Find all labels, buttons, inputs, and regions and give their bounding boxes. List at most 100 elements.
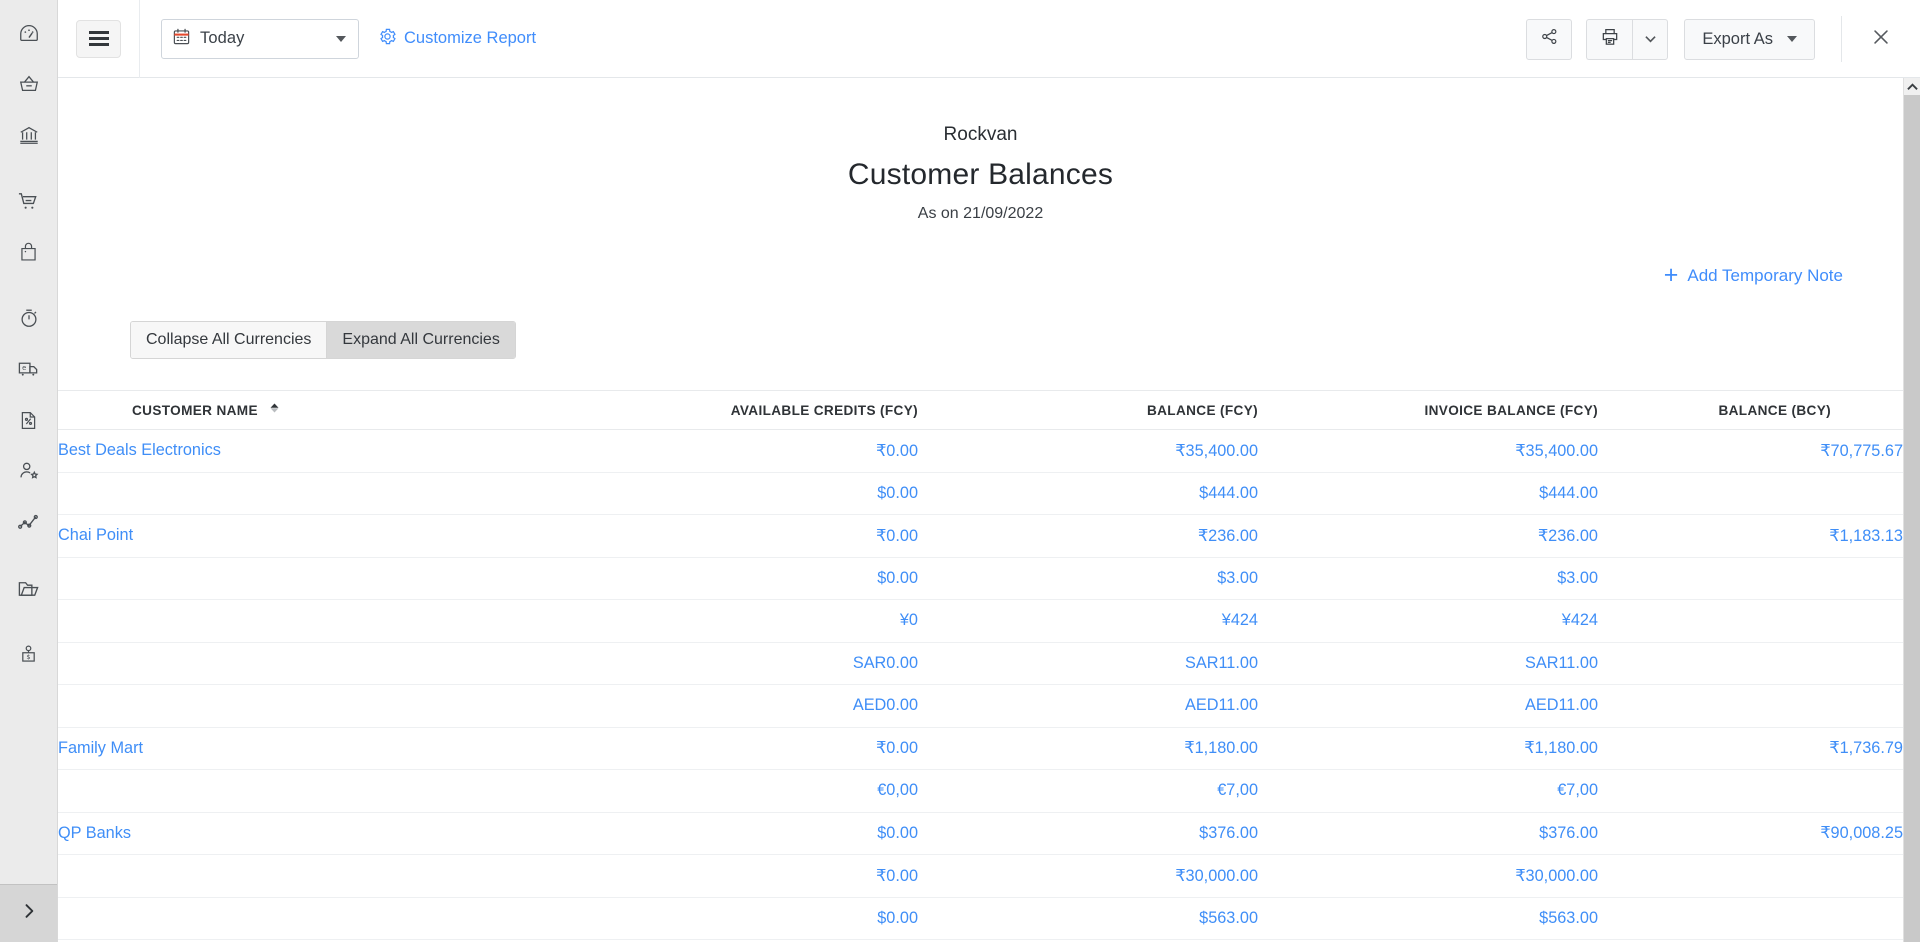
- cell-balance-fcy: ₹1,180.00: [918, 727, 1258, 770]
- cell-balance-fcy: ₹35,400.00: [918, 430, 1258, 473]
- sidebar-item-items[interactable]: [8, 63, 50, 105]
- column-header-customer-name[interactable]: CUSTOMER NAME: [58, 391, 578, 430]
- sidebar-item-dashboard[interactable]: [8, 12, 50, 54]
- purchases-bag-icon: [18, 242, 39, 263]
- cell-balance-fcy: ₹236.00: [918, 515, 1258, 558]
- cell-balance-fcy: €7,00: [918, 770, 1258, 813]
- sidebar-item-purchases[interactable]: [8, 231, 50, 273]
- table-row: SAR0.00SAR11.00SAR11.00: [58, 642, 1903, 685]
- sidebar-item-gst-filing[interactable]: [8, 399, 50, 441]
- cell-customer-name: [58, 770, 578, 813]
- close-button[interactable]: [1864, 22, 1898, 56]
- print-button[interactable]: [1586, 19, 1632, 60]
- table-body: Best Deals Electronics₹0.00₹35,400.00₹35…: [58, 430, 1903, 940]
- column-header-balance-fcy[interactable]: BALANCE (FCY): [918, 391, 1258, 430]
- cell-invoice-balance: ₹35,400.00: [1258, 430, 1598, 473]
- cell-balance-fcy: ¥424: [918, 600, 1258, 643]
- sidebar-item-accountant[interactable]: [8, 450, 50, 492]
- customer-link[interactable]: Best Deals Electronics: [58, 441, 221, 459]
- cell-invoice-balance: ₹236.00: [1258, 515, 1598, 558]
- cell-available-credits: $0.00: [578, 557, 918, 600]
- sidebar-expand-button[interactable]: [0, 884, 57, 942]
- date-range-select[interactable]: Today: [161, 19, 359, 59]
- cell-balance-bcy: [1598, 642, 1903, 685]
- close-icon: [1870, 26, 1892, 53]
- cell-balance-fcy: $563.00: [918, 897, 1258, 940]
- cell-customer-name: Best Deals Electronics: [58, 430, 578, 473]
- column-header-invoice-balance[interactable]: INVOICE BALANCE (FCY): [1258, 391, 1598, 430]
- cell-available-credits: €0,00: [578, 770, 918, 813]
- sidebar-item-eway-bills[interactable]: e: [8, 348, 50, 390]
- cell-invoice-balance: €7,00: [1258, 770, 1598, 813]
- cell-balance-bcy: [1598, 685, 1903, 728]
- table-row: AED0.00AED11.00AED11.00: [58, 685, 1903, 728]
- dashboard-icon: [18, 22, 40, 44]
- cell-customer-name: [58, 642, 578, 685]
- hamburger-menu-button[interactable]: [76, 20, 121, 58]
- table-row: €0,00€7,00€7,00: [58, 770, 1903, 813]
- customer-link[interactable]: Chai Point: [58, 526, 133, 544]
- cell-invoice-balance: SAR11.00: [1258, 642, 1598, 685]
- table-header-row: CUSTOMER NAME AVAILABLE CREDITS (FCY) BA…: [58, 391, 1903, 430]
- cell-available-credits: ₹0.00: [578, 430, 918, 473]
- gear-icon: [378, 27, 397, 51]
- payroll-badge-icon: $: [18, 644, 39, 665]
- sidebar-item-sales[interactable]: [8, 180, 50, 222]
- column-header-balance-bcy[interactable]: BALANCE (BCY): [1598, 391, 1903, 430]
- vertical-scrollbar[interactable]: [1903, 78, 1920, 942]
- cell-invoice-balance: $376.00: [1258, 812, 1598, 855]
- cell-customer-name: [58, 855, 578, 898]
- chevron-down-icon: [336, 36, 346, 42]
- cell-invoice-balance: ₹30,000.00: [1258, 855, 1598, 898]
- add-temporary-note-label: Add Temporary Note: [1687, 266, 1843, 286]
- scrollbar-thumb[interactable]: [1904, 95, 1920, 395]
- export-as-label: Export As: [1702, 30, 1773, 49]
- table-row: $0.00$3.00$3.00: [58, 557, 1903, 600]
- cell-balance-bcy: [1598, 472, 1903, 515]
- main-area: Today Customize Report: [58, 0, 1920, 942]
- cell-balance-fcy: ₹30,000.00: [918, 855, 1258, 898]
- banking-icon: [18, 124, 40, 146]
- export-as-button[interactable]: Export As: [1684, 19, 1815, 60]
- share-button[interactable]: [1526, 19, 1572, 60]
- documents-folder-icon: [17, 577, 40, 600]
- add-temporary-note-button[interactable]: + Add Temporary Note: [1664, 263, 1843, 288]
- cell-customer-name: Family Mart: [58, 727, 578, 770]
- chevron-right-icon: [19, 901, 39, 926]
- cell-balance-bcy: ₹1,183.13: [1598, 515, 1903, 558]
- cell-balance-fcy: SAR11.00: [918, 642, 1258, 685]
- scroll-up-button[interactable]: [1904, 78, 1920, 95]
- cell-available-credits: ₹0.00: [578, 855, 918, 898]
- cell-balance-fcy: $444.00: [918, 472, 1258, 515]
- customer-link[interactable]: Family Mart: [58, 739, 143, 757]
- sidebar-item-banking[interactable]: [8, 114, 50, 156]
- column-header-available-credits[interactable]: AVAILABLE CREDITS (FCY): [578, 391, 918, 430]
- cell-customer-name: Chai Point: [58, 515, 578, 558]
- customer-link[interactable]: QP Banks: [58, 824, 131, 842]
- print-split-button: [1586, 19, 1668, 60]
- cell-balance-bcy: ₹1,736.79: [1598, 727, 1903, 770]
- cell-customer-name: [58, 685, 578, 728]
- toolbar-divider: [1841, 16, 1842, 62]
- sidebar-item-payroll[interactable]: $: [8, 633, 50, 675]
- report-date-range: As on 21/09/2022: [58, 205, 1903, 223]
- organization-name: Rockvan: [58, 124, 1903, 146]
- cell-available-credits: ¥0: [578, 600, 918, 643]
- sidebar-item-documents[interactable]: [8, 567, 50, 609]
- table-header: CUSTOMER NAME AVAILABLE CREDITS (FCY) BA…: [58, 391, 1903, 430]
- customize-report-link[interactable]: Customize Report: [378, 27, 536, 51]
- sidebar-item-time-tracking[interactable]: [8, 297, 50, 339]
- cell-available-credits: SAR0.00: [578, 642, 918, 685]
- cell-balance-bcy: ₹70,775.67: [1598, 430, 1903, 473]
- sidebar-item-reports[interactable]: [8, 501, 50, 543]
- expand-all-currencies-button[interactable]: Expand All Currencies: [326, 322, 514, 358]
- collapse-all-currencies-button[interactable]: Collapse All Currencies: [131, 322, 326, 358]
- plus-icon: +: [1664, 263, 1679, 288]
- cell-balance-fcy: $3.00: [918, 557, 1258, 600]
- printer-icon: [1600, 27, 1620, 52]
- hamburger-icon: [89, 37, 109, 39]
- cell-balance-bcy: [1598, 770, 1903, 813]
- customize-report-label: Customize Report: [404, 29, 536, 48]
- table-row: Chai Point₹0.00₹236.00₹236.00₹1,183.13: [58, 515, 1903, 558]
- print-options-button[interactable]: [1632, 19, 1668, 60]
